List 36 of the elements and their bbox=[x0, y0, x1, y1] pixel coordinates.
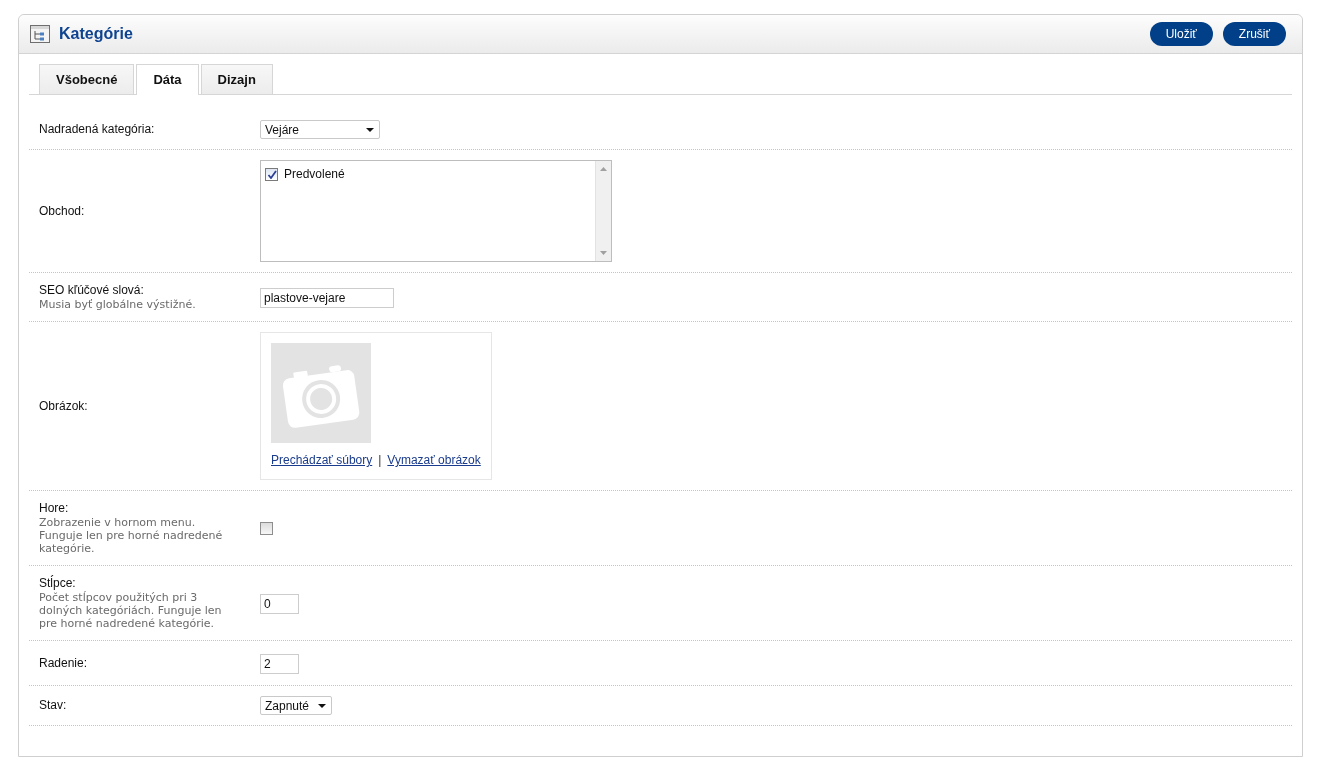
field-label: Nadradená kategória: bbox=[39, 122, 156, 137]
scroll-up-icon bbox=[600, 167, 607, 171]
field-label: Obchod: bbox=[39, 203, 86, 219]
header-button[interactable]: Uložiť bbox=[1149, 22, 1213, 46]
field-label: Obrázok: bbox=[39, 398, 89, 414]
text-field[interactable]: 2 bbox=[260, 654, 299, 674]
dropdown[interactable]: Vejáre bbox=[260, 120, 380, 139]
field-hint: Počet stĺpcov použitých pri 3 dolných kategóriách. Funguje len pre horné nadredené kategórie. bbox=[39, 591, 223, 630]
tab[interactable]: Všobecné bbox=[39, 64, 135, 94]
field-hint: Zobrazenie v hornom menu. Funguje len pre horné nadredené kategórie. bbox=[39, 516, 224, 555]
field-label: Stav: bbox=[39, 698, 68, 713]
store-listbox[interactable]: Predvolené bbox=[260, 160, 612, 262]
field-hint: Musia byť globálne výstižné. bbox=[39, 298, 197, 311]
separator-text: | bbox=[378, 452, 382, 469]
checkbox[interactable] bbox=[260, 521, 273, 535]
caret-icon bbox=[318, 703, 326, 708]
tree-window-icon bbox=[30, 25, 50, 43]
scrollbar[interactable] bbox=[595, 161, 611, 261]
text-field[interactable]: plastove-vejare bbox=[260, 288, 394, 308]
field-label: SEO kľúčové slová: bbox=[39, 283, 145, 298]
option-label: Predvolené bbox=[284, 166, 345, 183]
link[interactable]: Vymazať obrázok bbox=[387, 451, 481, 469]
link[interactable]: Prechádzať súbory bbox=[271, 451, 373, 469]
field-label: Stĺpce: bbox=[39, 576, 77, 591]
field-label: Radenie: bbox=[39, 655, 89, 671]
check-icon bbox=[266, 169, 277, 179]
field-label: Hore: bbox=[39, 501, 70, 516]
dropdown[interactable]: Zapnuté bbox=[260, 696, 332, 715]
scroll-down-icon bbox=[600, 251, 607, 255]
tab[interactable]: Dáta bbox=[136, 64, 199, 95]
caret-icon bbox=[366, 127, 374, 132]
text-field[interactable]: 0 bbox=[260, 594, 299, 614]
tab[interactable]: Dizajn bbox=[200, 64, 273, 94]
header-button[interactable]: Zrušiť bbox=[1222, 22, 1286, 46]
panel-title: Kategórie bbox=[59, 24, 133, 44]
checkbox[interactable] bbox=[265, 167, 278, 181]
